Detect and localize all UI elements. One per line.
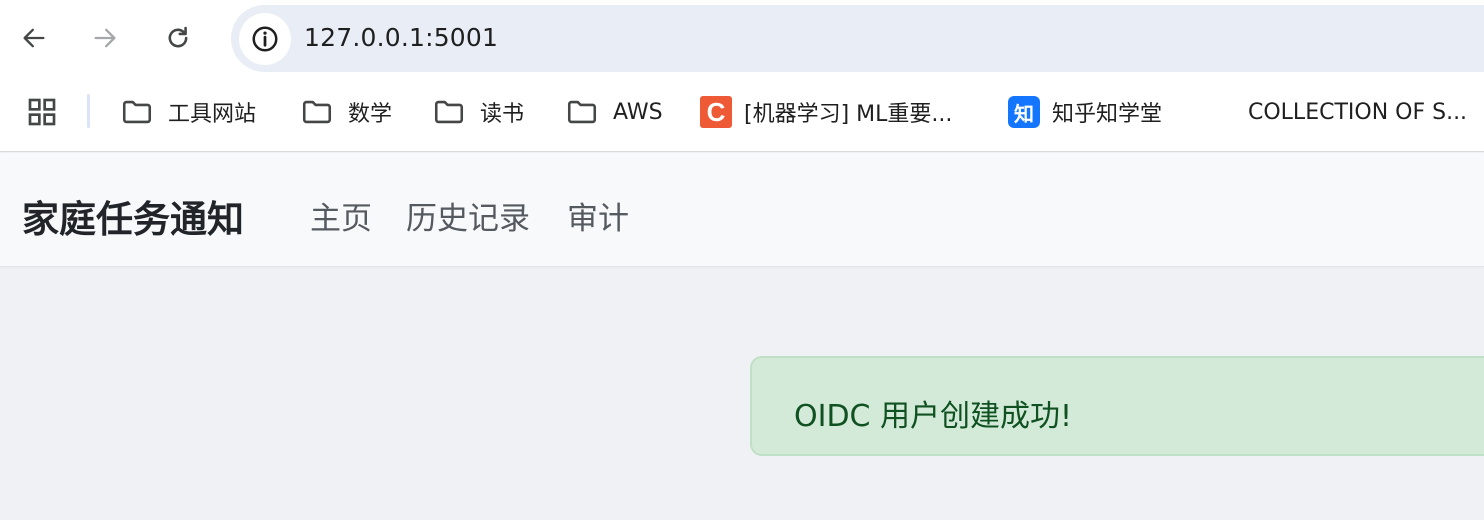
bookmark-collection[interactable]: COLLECTION OF S... — [1248, 90, 1467, 134]
bookmark-zhihu[interactable]: 知 知乎知学堂 — [1008, 90, 1162, 134]
app-navbar: 家庭任务通知 主页 历史记录 审计 — [0, 153, 1484, 267]
app-brand[interactable]: 家庭任务通知 — [22, 189, 244, 243]
url-text[interactable]: 127.0.0.1:5001 — [304, 23, 498, 52]
bookmarks-divider — [87, 94, 90, 128]
bookmark-folder-tools[interactable]: 工具网站 — [120, 90, 256, 134]
folder-icon — [302, 100, 332, 124]
forward-button[interactable] — [83, 14, 127, 62]
nav-audit-link[interactable]: 审计 — [567, 193, 629, 238]
apps-grid-icon — [28, 98, 56, 126]
arrow-right-icon — [94, 28, 116, 48]
folder-icon — [122, 100, 152, 124]
arrow-left-icon — [23, 28, 45, 48]
csdn-icon: C — [700, 96, 732, 128]
bookmark-folder-reading[interactable]: 读书 — [432, 90, 524, 134]
bookmark-label: 工具网站 — [168, 102, 257, 127]
nav-history-link[interactable]: 历史记录 — [406, 193, 530, 238]
bookmark-folder-aws[interactable]: AWS — [565, 90, 663, 134]
bookmarks-bar: 工具网站 数学 读书 AWS C [机器学习] ML重要... 知 知乎知学堂 … — [0, 78, 1484, 152]
reload-button[interactable] — [156, 14, 200, 62]
bookmark-ml[interactable]: C [机器学习] ML重要... — [700, 90, 952, 134]
site-info-button[interactable] — [239, 13, 291, 65]
zhihu-icon: 知 — [1008, 96, 1040, 128]
browser-toolbar: 127.0.0.1:5001 — [0, 0, 1484, 78]
apps-button[interactable] — [22, 92, 62, 132]
nav-home-link[interactable]: 主页 — [310, 193, 372, 238]
info-icon — [252, 26, 278, 52]
address-bar[interactable]: 127.0.0.1:5001 — [231, 5, 1484, 72]
alert-message: OIDC 用户创建成功! — [794, 399, 1073, 434]
bookmark-label: [机器学习] ML重要... — [744, 102, 953, 127]
bookmark-label: 数学 — [348, 102, 393, 127]
bookmark-label: COLLECTION OF S... — [1248, 99, 1468, 125]
bookmark-folder-math[interactable]: 数学 — [300, 90, 392, 134]
folder-icon — [434, 100, 464, 124]
back-button[interactable] — [12, 14, 56, 62]
folder-icon — [567, 100, 597, 124]
bookmark-label: AWS — [613, 99, 663, 125]
bookmark-label: 读书 — [480, 102, 525, 127]
bookmark-label: 知乎知学堂 — [1052, 102, 1163, 127]
success-alert: OIDC 用户创建成功! — [750, 356, 1484, 456]
reload-icon — [168, 26, 188, 48]
